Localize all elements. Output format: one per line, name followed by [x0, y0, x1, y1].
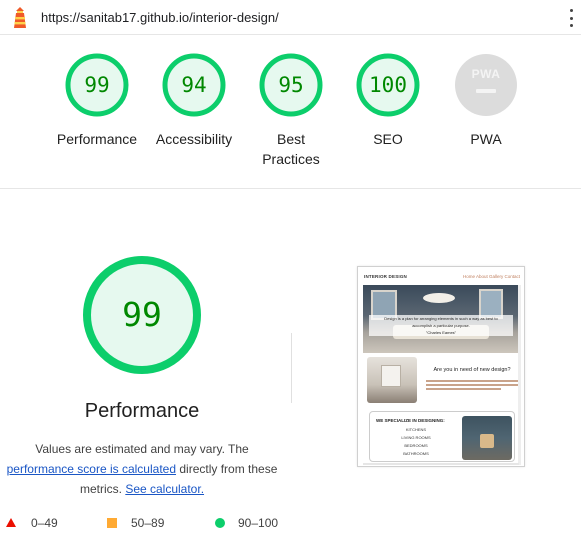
caption-line: accomplish a particular purpose. — [412, 323, 470, 328]
score-value: 99 — [84, 73, 110, 97]
thumb-hero-image: Design is a plan for arranging elements … — [363, 285, 519, 353]
gauge-performance[interactable]: 99 Performance — [47, 52, 147, 149]
category-scores: 99 Performance 94 Accessibility 95 Best … — [0, 52, 581, 182]
score-value: 100 — [369, 73, 407, 97]
gauge-label: Accessibility — [155, 131, 233, 147]
performance-description: Values are estimated and may vary. The p… — [0, 439, 284, 499]
thumb-room-image — [367, 357, 417, 403]
vertical-divider — [291, 333, 292, 403]
score-value: 95 — [278, 73, 304, 97]
caption-line: Design is a plan for arranging elements … — [384, 316, 498, 321]
list-item: KITCHENS — [405, 427, 427, 432]
pwa-badge-icon: PWA — [455, 54, 517, 116]
thumb-paragraph-lines — [426, 380, 520, 394]
thumb-navbar: INTERIOR DESIGN Home About Gallery Conta… — [364, 272, 520, 282]
caption-line: "Charles Eames" — [425, 330, 457, 335]
gauge-pwa[interactable]: PWA PWA — [436, 52, 536, 149]
gauge-accessibility[interactable]: 94 Accessibility — [144, 52, 244, 149]
final-screenshot-thumbnail[interactable]: INTERIOR DESIGN Home About Gallery Conta… — [357, 266, 525, 467]
thumb-bottom-bar — [363, 463, 519, 465]
gauge-label: SEO — [373, 131, 403, 147]
thumb-specialize-list: KITCHENS LIVING ROOMS BEDROOMS BATHROOMS — [396, 426, 436, 458]
gauge-label: Best Practices — [262, 131, 320, 167]
gauge-seo[interactable]: 100 SEO — [338, 52, 438, 149]
thumb-nav-links: Home About Gallery Contact — [462, 274, 520, 279]
thumb-living-room-image — [462, 416, 512, 460]
performance-score: 99 — [122, 295, 162, 334]
see-calculator-link[interactable]: See calculator. — [125, 482, 204, 496]
thumb-scrollbar — [518, 285, 521, 465]
score-ring: 94 — [161, 52, 227, 118]
section-divider — [0, 188, 581, 189]
legend-range: 90–100 — [238, 516, 279, 530]
square-icon — [107, 518, 117, 528]
gauge-label: Performance — [56, 131, 138, 147]
report-url-bar: https://sanitab17.github.io/interior-des… — [0, 0, 581, 35]
pwa-dash — [476, 89, 496, 93]
lamp-shape — [423, 293, 455, 303]
lighthouse-logo-icon — [14, 7, 26, 28]
legend-range: 0–49 — [31, 516, 58, 530]
legend-range: 50–89 — [131, 516, 165, 530]
performance-title: Performance — [84, 400, 200, 422]
performance-score-link[interactable]: performance score is calculated — [7, 462, 176, 476]
score-legend: 0–49 50–89 90–100 — [0, 514, 300, 532]
list-item: BEDROOMS — [404, 443, 428, 448]
pwa-badge-text: PWA — [471, 67, 501, 81]
performance-gauge: 99 — [80, 253, 204, 377]
gauge-best-practices[interactable]: 95 Best Practices — [241, 52, 341, 169]
list-item: LIVING ROOMS — [401, 435, 431, 440]
thumb-specialize-box: WE SPECIALIZE IN DESIGNING: KITCHENS LIV… — [369, 411, 515, 462]
desc-text: Values are estimated and may vary. The — [35, 442, 249, 456]
report-url[interactable]: https://sanitab17.github.io/interior-des… — [41, 10, 279, 25]
thumb-specialize-heading: WE SPECIALIZE IN DESIGNING: — [376, 418, 445, 423]
thumb-hero-caption: Design is a plan for arranging elements … — [369, 315, 513, 336]
triangle-icon — [6, 518, 16, 527]
thumb-brand: INTERIOR DESIGN — [364, 274, 408, 279]
score-ring: 95 — [258, 52, 324, 118]
score-ring: 99 — [64, 52, 130, 118]
list-item: BATHROOMS — [403, 451, 429, 456]
thumb-need-heading: Are you in need of new design? — [433, 367, 511, 373]
score-value: 94 — [181, 73, 207, 97]
score-ring: 100 — [355, 52, 421, 118]
circle-icon — [215, 518, 225, 528]
gauge-label: PWA — [470, 131, 502, 147]
more-options-icon[interactable] — [566, 9, 576, 27]
